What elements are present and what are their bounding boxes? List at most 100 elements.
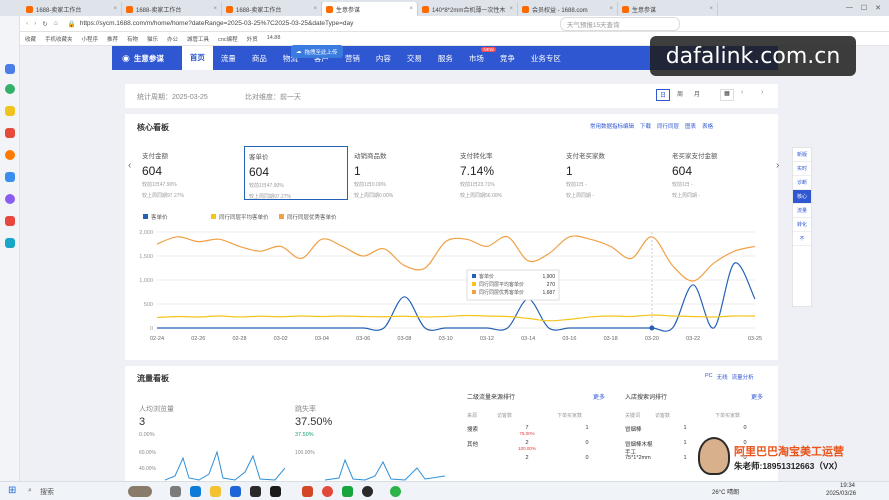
explorer-icon[interactable]	[210, 486, 221, 497]
bookmark-item[interactable]: 城管工具	[187, 35, 209, 43]
browser-tab[interactable]: 生意参谋 ×	[322, 2, 418, 16]
right-panel-item[interactable]: 不	[793, 232, 811, 246]
task-view-icon[interactable]	[170, 486, 181, 497]
wechat-icon[interactable]	[342, 486, 353, 497]
core-link[interactable]: 表格	[702, 122, 713, 130]
nav-item[interactable]: 交易	[399, 53, 430, 64]
browser-tab[interactable]: 140*8*2mm合机薄一次性木 ×	[418, 2, 518, 16]
sidebar-app-icon[interactable]	[5, 84, 15, 94]
kpi-card[interactable]: 支付转化率 7.14% 较前1日23.71% 较上周同期56.00%	[456, 146, 560, 200]
date-tab[interactable]: 周	[673, 89, 687, 101]
kpi-card[interactable]: 支付老买家数 1 较前1日 - 较上周同期 -	[562, 146, 666, 200]
nav-item[interactable]: 业务专区	[523, 53, 569, 64]
browser-tab[interactable]: 生意参谋 ×	[618, 2, 718, 16]
close-icon[interactable]: ✕	[875, 4, 881, 12]
core-link[interactable]: 常用数据指标编辑	[590, 122, 634, 130]
refresh-icon[interactable]: ↻	[42, 20, 47, 28]
back-icon[interactable]: ‹	[26, 20, 28, 27]
tab-close-icon[interactable]: ×	[409, 6, 413, 12]
traffic-link[interactable]: PC	[705, 373, 713, 381]
browser-tab[interactable]: 1688-卖家工作台 ×	[22, 2, 122, 16]
table-row[interactable]: 20	[467, 455, 617, 470]
maximize-icon[interactable]: ☐	[861, 4, 867, 12]
kpi-prev-icon[interactable]: ‹	[128, 160, 131, 171]
clock-date[interactable]: 2025/03/26	[826, 491, 856, 497]
bookmark-item[interactable]: 手机收藏夹	[45, 35, 73, 43]
sidebar-app-icon[interactable]	[5, 194, 15, 204]
nav-item[interactable]: 服务	[430, 53, 461, 64]
next-date-icon[interactable]: ›	[761, 89, 763, 96]
tab-close-icon[interactable]: ×	[509, 6, 513, 12]
table-row[interactable]: 其他 2 100.00% 0	[467, 440, 617, 455]
kpi-card[interactable]: 动销商品数 1 较前1日0.00% 较上周同期0.00%	[350, 146, 454, 200]
bookmark-item[interactable]: 推荐	[107, 35, 118, 43]
edge-icon[interactable]	[190, 486, 201, 497]
right-panel-item[interactable]: 转化	[793, 218, 811, 232]
kpi-next-icon[interactable]: ›	[776, 160, 779, 171]
tab-close-icon[interactable]: ×	[609, 6, 613, 12]
browser-icon[interactable]	[390, 486, 401, 497]
nav-item[interactable]: 流量	[213, 53, 244, 64]
window-menu-icon[interactable]	[0, 1, 22, 15]
traffic-link[interactable]: 流量分析	[732, 373, 754, 381]
tab-close-icon[interactable]: ×	[213, 6, 217, 12]
table-row[interactable]: 冒烟棒 1 0	[625, 425, 775, 440]
turtle-widget-icon[interactable]	[128, 486, 152, 497]
windows-start-icon[interactable]: ⊞	[8, 485, 16, 496]
sidebar-app-icon[interactable]	[5, 238, 15, 248]
nav-item[interactable]: 商品	[244, 53, 275, 64]
date-tab[interactable]: 日	[656, 89, 670, 101]
date-tab[interactable]: 月	[690, 89, 704, 101]
tab-close-icon[interactable]: ×	[709, 6, 713, 12]
calendar-icon[interactable]: ▦	[720, 89, 734, 101]
url-field[interactable]: https://sycm.1688.com/m/home/home?dateRa…	[80, 20, 520, 27]
sidebar-app-icon[interactable]	[5, 64, 15, 74]
core-link[interactable]: 同行同层	[657, 122, 679, 130]
app-icon[interactable]	[362, 486, 373, 497]
kpi-card[interactable]: 支付金额 604 较前1日47.90% 较上周同期97.27%	[138, 146, 242, 200]
powerpoint-icon[interactable]	[302, 486, 313, 497]
kpi-card[interactable]: 客单价 604 较前1日47.90% 较上周同期97.27%	[244, 146, 348, 200]
tab-close-icon[interactable]: ×	[313, 6, 317, 12]
bookmark-item[interactable]: cnc编程	[218, 35, 238, 43]
bookmark-item[interactable]: 办公	[167, 35, 178, 43]
source-more-link[interactable]: 更多	[593, 392, 605, 401]
sidebar-app-icon[interactable]	[5, 128, 15, 138]
table-row[interactable]: 搜索 7 75.00% 1	[467, 425, 617, 440]
right-panel-item[interactable]: 实时	[793, 162, 811, 176]
bookmark-item[interactable]: 小程序	[81, 35, 98, 43]
right-panel-item[interactable]: 流量	[793, 204, 811, 218]
browser-tab[interactable]: 会员权益 - 1688.com ×	[518, 2, 618, 16]
right-panel-item[interactable]: 诊断	[793, 176, 811, 190]
traffic-link[interactable]: 无线	[717, 373, 728, 381]
prev-date-icon[interactable]: ‹	[741, 89, 743, 96]
bookmark-item[interactable]: 14.88	[267, 35, 281, 43]
nav-item[interactable]: 竞争	[492, 53, 523, 64]
browser-search-input[interactable]: 天气预报15天查询	[559, 16, 680, 31]
core-link[interactable]: 图表	[685, 122, 696, 130]
clock-time[interactable]: 19:34	[840, 483, 855, 489]
sidebar-app-icon[interactable]	[5, 106, 15, 116]
forward-icon[interactable]: ›	[34, 20, 36, 27]
core-link[interactable]: 下载	[640, 122, 651, 130]
nav-item[interactable]: 内容	[368, 53, 399, 64]
bookmark-item[interactable]: 有物	[127, 35, 138, 43]
app-icon[interactable]	[270, 486, 281, 497]
nav-item[interactable]: 市场 NEW	[461, 46, 496, 64]
browser-tab[interactable]: 1688-卖家工作台 ×	[222, 2, 322, 16]
sidebar-app-icon[interactable]	[5, 172, 15, 182]
app-icon[interactable]	[230, 486, 241, 497]
sidebar-app-icon[interactable]	[5, 216, 15, 226]
bookmark-item[interactable]: 外贸	[247, 35, 258, 43]
keyword-more-link[interactable]: 更多	[751, 392, 763, 401]
taskbar-search-icon[interactable]: ⌕	[28, 487, 32, 495]
bookmark-item[interactable]: 猫乐	[147, 35, 158, 43]
app-icon[interactable]	[322, 486, 333, 497]
home-icon[interactable]: ⌂	[54, 20, 58, 27]
right-panel-item[interactable]: 核心	[793, 190, 811, 204]
minimize-icon[interactable]: —	[846, 4, 853, 12]
nav-item[interactable]: 首页	[181, 46, 213, 70]
sidebar-app-icon[interactable]	[5, 150, 15, 160]
taskbar-search-label[interactable]: 搜索	[40, 487, 54, 497]
tab-close-icon[interactable]: ×	[113, 6, 117, 12]
